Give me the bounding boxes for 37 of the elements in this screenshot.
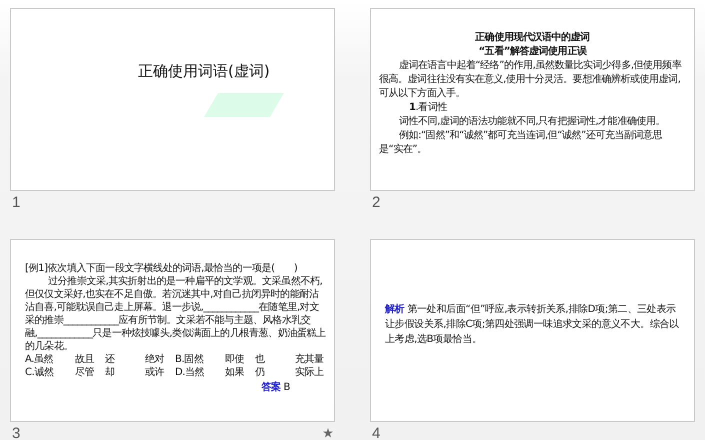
slide-number: 4 [371,424,380,440]
option-text: D.当然 [175,366,206,379]
slide-title: 正确使用词语(虚词) [138,62,271,81]
slide-thumbnail[interactable]: 正确使用词语(虚词) [10,8,335,191]
slide-number: 3 [11,424,20,440]
slide-number: 1 [11,194,20,210]
question-text: [例1]依次填入下面一段文字横线处的词语,最恰当的一项是( ) [25,262,298,275]
slide-number: 2 [371,194,380,210]
slide-heading: 正确使用现代汉语中的虚词 [474,31,591,45]
slide-paragraph: 虚词在语言中起着“经络”的作用,虽然数量比实词少得多,但使用频率很高。虚词往往没有实在意义,使用十分灵活。要想准确辨析或使用虚词,可从以下方面入手。 [379,59,682,101]
option-text: 即使 [225,353,246,366]
slide-thumbnail[interactable]: 解析 第一处和后面“但”呼应,表示转折关系,排除D项;第二、三处表示让步假设关系,排除C项;第四处强调一味追求文采的意义不大。综合以上考虑,选B项最恰当。 [370,239,695,422]
slide-paragraph: 例如:“固然”和“诚然”都可充当连词,但“诚然”还可充当副词意思是“实在”。 [379,129,664,157]
option-text: 仍 [255,366,266,379]
option-text: 或许 [145,366,166,379]
question-passage: 过分推崇文采,其实折射出的是一种扁平的文学观。文采虽然不朽,但仅仅文采好,也实在不足自傲。若沉迷其中,对自己抗闭异时的能耐沾沾自喜,可能耽误自己走上屏幕。退一步说,____________在随笔里,对文采的推崇____________应有所节制。文采若不能与主题、风格水乳交融,____________只是一种炫技噱头,类似满面上的几根青葱、奶油蛋糕上的几朵花。 [25,275,326,353]
option-text: 还 [105,353,116,366]
slide-paragraph: 1.看词性 [408,101,448,115]
option-text: 如果 [225,366,246,379]
slide-thumbnail[interactable] [10,239,335,422]
option-text: 却 [105,366,116,379]
option-text: B.固然 [175,353,204,366]
option-text: 实际上 [295,366,325,379]
star-icon[interactable] [323,428,333,438]
option-text: A.虽然 [25,353,54,366]
slide-heading: “五看”解答虚词使用正误 [478,45,588,59]
analysis-paragraph: 解析 第一处和后面“但”呼应,表示转折关系,排除D项;第二、三处表示让步假设关系,排除C项;第四处强调一味追求文采的意义不大。综合以上考虑,选B项最恰当。 [384,302,680,347]
option-text: 故且 [75,353,96,366]
option-text: 尽管 [75,366,96,379]
option-text: 充其量 [295,353,325,366]
option-text: 绝对 [145,353,166,366]
slide-paragraph: 词性不同,虚词的语法功能就不同,只有把握词性,才能准确使用。 [398,115,666,129]
option-text: 也 [255,353,266,366]
option-text: C.诚然 [25,366,55,379]
answer-text: B [284,382,290,393]
slide-thumbnail[interactable]: 正确使用现代汉语中的虚词 “五看”解答虚词使用正误 虚词在语言中起着“经络”的作用,虽然数量比实词少得多,但使用频率很高。虚词往往没有实在意义,使用十分灵活。要想准确辨析或使用虚词,可从以下方面入手。 1.看词性 词性不同,虚词的语法功能就不同,只有把握词性,才能准确使用。 例如:“固然”和“诚然”都可充当连词,但“诚然”还可充当副词意思是“实在”。 [370,8,695,191]
answer-label: 答案 [262,382,281,393]
